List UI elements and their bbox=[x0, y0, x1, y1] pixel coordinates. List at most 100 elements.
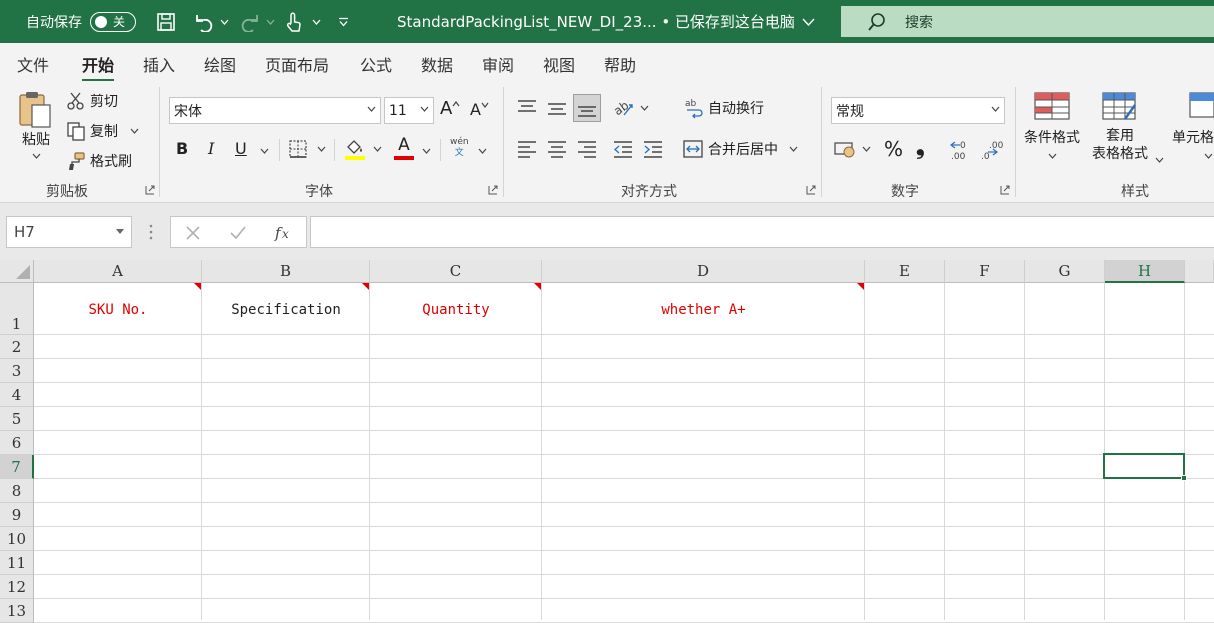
formula-input[interactable] bbox=[310, 216, 1214, 248]
tab-file[interactable]: 文件 bbox=[17, 52, 49, 76]
bold-button[interactable]: B bbox=[176, 139, 188, 158]
align-top-icon[interactable] bbox=[516, 97, 538, 119]
row-header-5[interactable]: 5 bbox=[0, 407, 34, 431]
confirm-entry-icon[interactable] bbox=[229, 225, 247, 241]
row-header-4[interactable]: 4 bbox=[0, 383, 34, 407]
cell-b1[interactable]: Specification bbox=[202, 283, 370, 335]
tab-formulas[interactable]: 公式 bbox=[360, 52, 392, 76]
row-header-7[interactable]: 7 bbox=[0, 455, 34, 479]
alignment-launcher-icon[interactable] bbox=[806, 185, 816, 195]
format-as-table-dropdown-icon[interactable] bbox=[1155, 157, 1164, 163]
tab-help[interactable]: 帮助 bbox=[604, 52, 636, 76]
increase-decimal-icon[interactable]: 0.00 bbox=[948, 138, 972, 160]
align-bottom-button[interactable] bbox=[573, 94, 601, 122]
cancel-entry-icon[interactable] bbox=[185, 225, 201, 241]
undo-dropdown-icon[interactable] bbox=[220, 0, 229, 43]
insert-function-icon[interactable]: fx bbox=[273, 223, 293, 243]
paste-button[interactable]: 粘贴 bbox=[16, 89, 56, 159]
percent-style-button[interactable]: % bbox=[884, 137, 903, 161]
comment-indicator-icon[interactable] bbox=[857, 283, 864, 290]
row-header-3[interactable]: 3 bbox=[0, 359, 34, 383]
tab-data[interactable]: 数据 bbox=[421, 52, 453, 76]
font-color-button[interactable]: A bbox=[394, 135, 414, 160]
italic-button[interactable]: I bbox=[208, 139, 214, 158]
tab-review[interactable]: 审阅 bbox=[482, 52, 514, 76]
worksheet-grid[interactable]: ABCDEFGH 1 2 3 4 5 6 7 8 9 10 11 12 13 SKU No. Specif… bbox=[0, 260, 1214, 623]
row-header-8[interactable]: 8 bbox=[0, 479, 34, 503]
grow-font-button[interactable]: A bbox=[440, 98, 460, 119]
format-painter-button[interactable]: 格式刷 bbox=[66, 151, 132, 171]
name-box[interactable]: H7 bbox=[6, 216, 132, 248]
column-header-c[interactable]: C bbox=[370, 260, 542, 283]
customize-qat-icon[interactable] bbox=[338, 0, 349, 43]
orientation-button[interactable]: ab bbox=[612, 97, 649, 119]
comment-indicator-icon[interactable] bbox=[194, 283, 201, 290]
autosave-toggle[interactable]: 关 bbox=[90, 11, 136, 32]
borders-button[interactable] bbox=[288, 139, 326, 159]
align-middle-icon[interactable] bbox=[546, 97, 568, 119]
font-name-combo[interactable]: 宋体 bbox=[169, 97, 381, 124]
select-all-corner[interactable] bbox=[0, 260, 34, 283]
number-format-combo[interactable]: 常规 bbox=[831, 97, 1005, 124]
increase-indent-icon[interactable] bbox=[642, 138, 664, 160]
cell-c1[interactable]: Quantity bbox=[370, 283, 542, 335]
row-header-6[interactable]: 6 bbox=[0, 431, 34, 455]
comma-style-button[interactable]: ❟ bbox=[916, 135, 925, 160]
align-left-icon[interactable] bbox=[516, 138, 538, 160]
fill-handle[interactable] bbox=[1181, 475, 1187, 481]
autosave-control[interactable]: 自动保存 关 bbox=[26, 0, 136, 43]
tab-insert[interactable]: 插入 bbox=[143, 52, 175, 76]
align-center-icon[interactable] bbox=[546, 138, 568, 160]
column-header-a[interactable]: A bbox=[34, 260, 202, 283]
font-color-dropdown-icon[interactable] bbox=[422, 148, 431, 154]
shrink-font-button[interactable]: A bbox=[470, 100, 489, 119]
row-header-11[interactable]: 11 bbox=[0, 551, 34, 575]
underline-button[interactable]: U bbox=[235, 139, 247, 158]
phonetic-button[interactable]: wén 文 bbox=[450, 137, 469, 159]
clipboard-launcher-icon[interactable] bbox=[145, 185, 155, 195]
tab-home[interactable]: 开始 bbox=[82, 52, 115, 82]
fill-color-button[interactable] bbox=[344, 137, 382, 161]
cell-a1[interactable]: SKU No. bbox=[34, 283, 202, 335]
conditional-formatting-button[interactable]: 条件格式 bbox=[1024, 91, 1080, 159]
merge-center-button[interactable]: 合并后居中 bbox=[682, 138, 798, 160]
tab-page-layout[interactable]: 页面布局 bbox=[265, 52, 329, 76]
phonetic-dropdown-icon[interactable] bbox=[478, 148, 487, 154]
column-header-f[interactable]: F bbox=[945, 260, 1025, 283]
decrease-indent-icon[interactable] bbox=[612, 138, 634, 160]
cell-d1[interactable]: whether A+ bbox=[542, 283, 865, 335]
touch-dropdown-icon[interactable] bbox=[312, 0, 321, 43]
underline-dropdown-icon[interactable] bbox=[260, 148, 269, 154]
column-header-h[interactable]: H bbox=[1105, 260, 1185, 283]
row-header-13[interactable]: 13 bbox=[0, 599, 34, 623]
touch-mode-icon[interactable] bbox=[284, 0, 304, 43]
number-launcher-icon[interactable] bbox=[1000, 185, 1010, 195]
cell-styles-button[interactable]: 单元格 bbox=[1172, 91, 1214, 159]
document-title[interactable]: StandardPackingList_NEW_DI_23... • 已保存到这… bbox=[397, 0, 815, 43]
tab-view[interactable]: 视图 bbox=[543, 52, 575, 76]
font-launcher-icon[interactable] bbox=[488, 185, 498, 195]
row-header-12[interactable]: 12 bbox=[0, 575, 34, 599]
tab-draw[interactable]: 绘图 bbox=[204, 52, 236, 76]
comment-indicator-icon[interactable] bbox=[534, 283, 541, 290]
column-header-e[interactable]: E bbox=[865, 260, 945, 283]
row-header-1[interactable]: 1 bbox=[0, 283, 34, 335]
search-box[interactable]: 搜索 bbox=[841, 6, 1214, 37]
cut-button[interactable]: 剪切 bbox=[66, 91, 118, 111]
font-size-combo[interactable]: 11 bbox=[384, 97, 434, 124]
align-right-icon[interactable] bbox=[576, 138, 598, 160]
row-header-9[interactable]: 9 bbox=[0, 503, 34, 527]
column-header-g[interactable]: G bbox=[1025, 260, 1105, 283]
row-header-2[interactable]: 2 bbox=[0, 335, 34, 359]
accounting-format-button[interactable] bbox=[834, 139, 871, 159]
comment-indicator-icon[interactable] bbox=[362, 283, 369, 290]
column-header-b[interactable]: B bbox=[202, 260, 370, 283]
splitter-handle-icon[interactable] bbox=[149, 224, 153, 240]
format-as-table-button[interactable]: 套用 表格格式 bbox=[1092, 91, 1148, 163]
column-header-d[interactable]: D bbox=[542, 260, 865, 283]
wrap-text-button[interactable]: ab 自动换行 bbox=[684, 97, 764, 119]
undo-icon[interactable] bbox=[192, 0, 214, 43]
save-icon[interactable] bbox=[156, 0, 176, 43]
copy-button[interactable]: 复制 bbox=[66, 121, 139, 141]
decrease-decimal-icon[interactable]: .00.0 bbox=[980, 138, 1004, 160]
